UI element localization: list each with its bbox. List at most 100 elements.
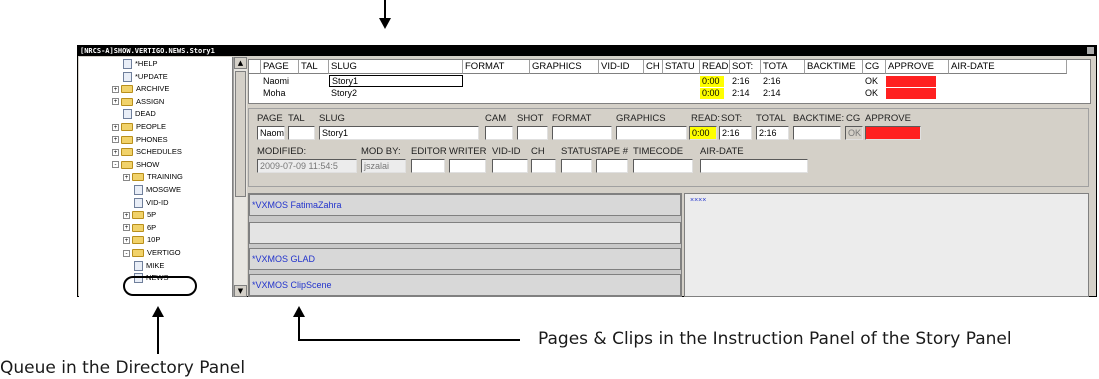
directory-scrollbar[interactable]: ▲ ▼	[233, 57, 247, 297]
status-field[interactable]	[561, 159, 592, 173]
tree-item-mike[interactable]: MIKE	[134, 260, 164, 272]
cell-slug[interactable]: Story1	[329, 75, 463, 87]
tree-item-vertigo[interactable]: - VERTIGO	[123, 247, 181, 259]
graphics-field[interactable]	[616, 126, 687, 140]
cell-slug[interactable]: Story2	[329, 88, 463, 99]
tree-item-archive[interactable]: + ARCHIVE	[112, 83, 169, 95]
close-icon[interactable]	[1087, 47, 1094, 54]
total-field[interactable]: 2:16	[756, 126, 789, 140]
tree-item-6p[interactable]: +6P	[123, 222, 156, 234]
modified-field[interactable]: 2009-07-09 11:54:5	[257, 159, 357, 173]
expand-icon[interactable]: +	[123, 173, 130, 181]
expand-icon[interactable]: +	[112, 123, 119, 131]
approve-field[interactable]	[865, 126, 921, 140]
tree-item-5p[interactable]: +5P	[123, 209, 156, 221]
column-header[interactable]: STATU	[663, 60, 700, 74]
cam-field[interactable]	[485, 126, 513, 140]
tree-item-assign[interactable]: + ASSIGN	[112, 96, 164, 108]
tree-item-dead[interactable]: DEAD	[123, 108, 156, 120]
slug-field[interactable]: Story1	[319, 126, 479, 140]
column-header[interactable]: FORMAT	[463, 60, 530, 74]
column-header[interactable]: TAL	[299, 60, 329, 74]
cell-cg[interactable]: OK	[863, 88, 883, 99]
ch-field[interactable]	[531, 159, 556, 173]
tree-item-help[interactable]: *HELP	[123, 58, 158, 70]
story-window: [NRCS-A]SHOW.VERTIGO.NEWS.Story1 *HELP *U…	[77, 45, 1097, 297]
tree-item-10p[interactable]: +10P	[123, 234, 160, 246]
cell-cg[interactable]: OK	[863, 76, 883, 87]
queue-grid: PAGE TAL SLUG FORMAT GRAPHICS VID-ID CH STATU RE…	[248, 59, 1091, 104]
column-header[interactable]: BACKTIME	[805, 60, 863, 74]
column-header[interactable]: GRAPHICS	[530, 60, 599, 74]
column-header[interactable]: VID-ID	[599, 60, 644, 74]
tree-item-show[interactable]: - SHOW	[112, 159, 159, 171]
collapse-icon[interactable]: -	[123, 249, 130, 257]
story-text-panel[interactable]: ××××	[684, 193, 1089, 297]
expand-icon[interactable]: +	[123, 224, 130, 232]
column-header[interactable]: AIR-DATE	[949, 60, 1067, 74]
expand-icon[interactable]: +	[123, 236, 130, 244]
cell-read[interactable]: 0:00	[700, 76, 724, 87]
instruction-band[interactable]: *VXMOS FatimaZahra	[249, 194, 681, 216]
document-icon	[134, 185, 143, 195]
column-header[interactable]: READ	[700, 60, 730, 74]
sot-field[interactable]: 2:16	[719, 126, 752, 140]
cell-sot[interactable]: 2:14	[730, 88, 758, 99]
writer-field[interactable]	[449, 159, 486, 173]
cell-sot[interactable]: 2:16	[730, 76, 758, 87]
cell-approve[interactable]	[886, 88, 936, 99]
instruction-band[interactable]: *VXMOS ClipScene	[249, 274, 681, 296]
editor-field[interactable]	[411, 159, 445, 173]
tree-item-vidid[interactable]: VID-ID	[134, 197, 169, 209]
scroll-up-icon[interactable]: ▲	[234, 57, 247, 69]
cg-field[interactable]: OK	[845, 126, 863, 140]
cell-read[interactable]: 0:00	[700, 88, 724, 99]
tree-item-update[interactable]: *UPDATE	[123, 71, 168, 83]
expand-icon[interactable]: +	[123, 211, 130, 219]
column-header[interactable]: SLUG	[329, 60, 463, 74]
tree-item-label: VERTIGO	[147, 248, 181, 257]
cell-page[interactable]: Moha	[261, 88, 299, 99]
column-header[interactable]: APPROVE	[886, 60, 949, 74]
expand-icon[interactable]: +	[112, 136, 119, 144]
tree-item-mosgwe[interactable]: MOSGWE	[134, 184, 181, 196]
vidid-field[interactable]	[492, 159, 528, 173]
tree-item-label: 10P	[147, 235, 161, 245]
expand-icon[interactable]: +	[112, 85, 119, 93]
collapse-icon[interactable]: -	[112, 161, 119, 169]
instruction-band[interactable]: *VXMOS GLAD	[249, 248, 681, 270]
scroll-thumb[interactable]	[235, 71, 246, 197]
expand-icon[interactable]: +	[112, 98, 119, 106]
label-total: TOTAL	[756, 113, 786, 124]
scroll-down-icon[interactable]: ▼	[234, 285, 247, 297]
cell-total[interactable]: 2:16	[761, 76, 801, 87]
column-header[interactable]: CH	[644, 60, 663, 74]
backtime-field[interactable]	[793, 126, 841, 140]
airdate-field[interactable]	[700, 159, 808, 173]
expand-icon[interactable]: +	[112, 148, 119, 156]
tree-item-people[interactable]: + PEOPLE	[112, 121, 166, 133]
cell-approve[interactable]	[886, 76, 936, 87]
tree-item-training[interactable]: + TRAINING	[123, 171, 183, 183]
column-header[interactable]: SOT:	[730, 60, 761, 74]
caption-pages-clips: Pages & Clips in the Instruction Panel o…	[538, 329, 1012, 349]
timecode-field[interactable]	[633, 159, 693, 173]
read-field[interactable]: 0:00	[689, 126, 717, 140]
cell-total[interactable]: 2:14	[761, 88, 801, 99]
tape-field[interactable]	[596, 159, 628, 173]
format-field[interactable]	[552, 126, 612, 140]
shot-field[interactable]	[517, 126, 548, 140]
cell-page[interactable]: Naomi	[261, 76, 299, 87]
label-tal: TAL	[288, 113, 305, 124]
column-header[interactable]: PAGE	[261, 60, 299, 74]
tree-item-schedules[interactable]: + SCHEDULES	[112, 146, 182, 158]
tree-item-phones[interactable]: + PHONES	[112, 134, 168, 146]
column-header[interactable]: CG	[863, 60, 886, 74]
modby-field[interactable]: jszalai	[361, 159, 406, 173]
document-icon	[123, 71, 132, 82]
page-field[interactable]: Naom	[257, 126, 285, 140]
label-slug: SLUG	[319, 113, 345, 124]
instruction-band[interactable]	[249, 222, 681, 244]
tal-field[interactable]	[288, 126, 315, 140]
column-header[interactable]: TOTA	[761, 60, 805, 74]
